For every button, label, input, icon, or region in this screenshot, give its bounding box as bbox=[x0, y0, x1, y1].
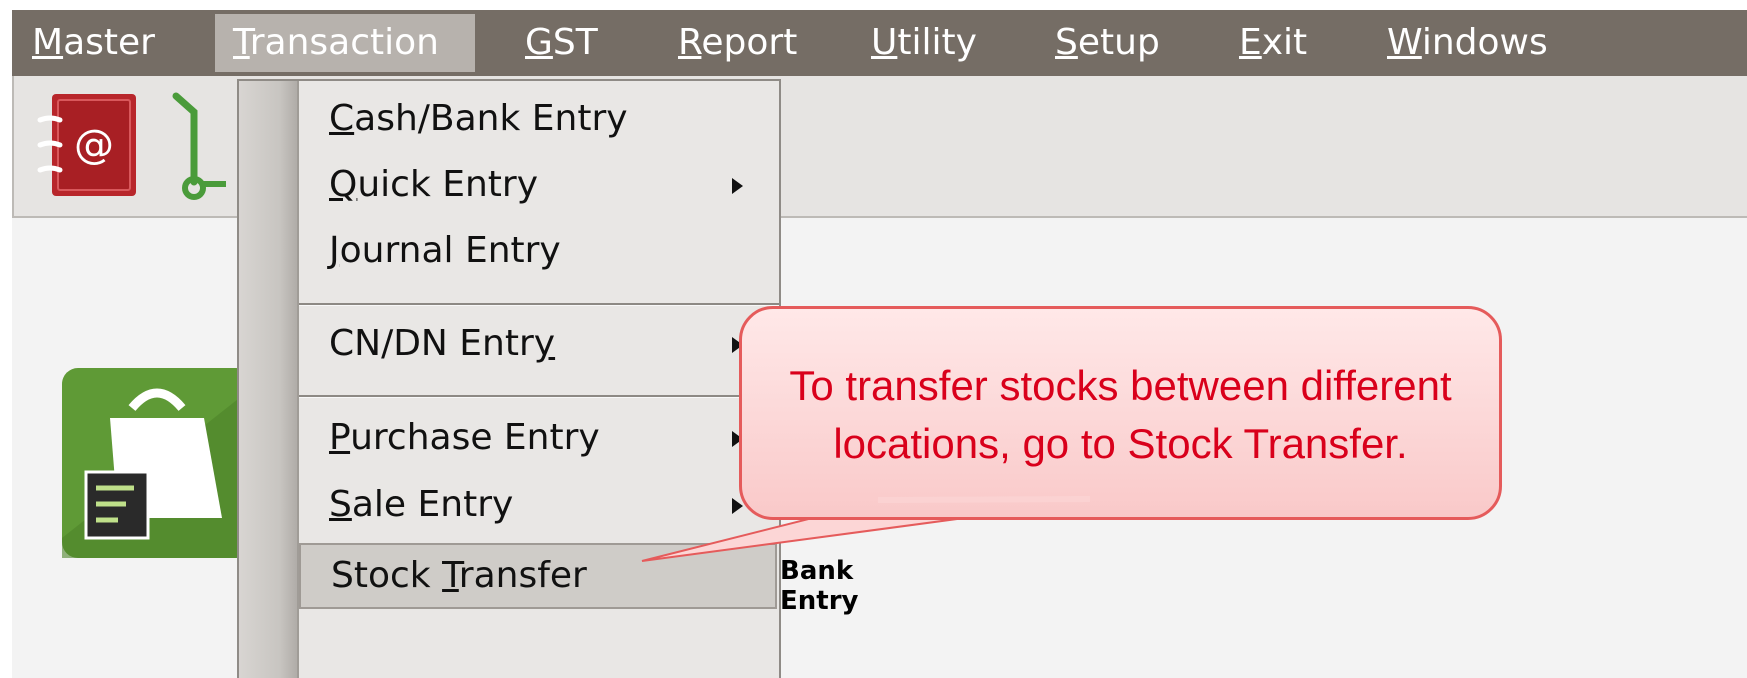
menu-separator bbox=[299, 395, 779, 398]
menu-item-cn-dn-entry[interactable]: CN/DN Entry bbox=[297, 311, 779, 377]
menu-separator bbox=[299, 303, 779, 306]
menu-exit[interactable]: Exit bbox=[1239, 10, 1307, 76]
menu-gutter bbox=[239, 81, 299, 678]
transaction-dropdown-menu: Cash/Bank Entry Quick Entry Journal Entr… bbox=[237, 79, 781, 678]
menu-report[interactable]: Report bbox=[678, 10, 797, 76]
menu-item-quick-entry[interactable]: Quick Entry bbox=[297, 152, 779, 218]
purchase-tile[interactable] bbox=[62, 368, 252, 562]
menu-item-stock-transfer[interactable]: Stock Transfer bbox=[299, 543, 777, 609]
annotation-callout: To transfer stocks between different loc… bbox=[739, 306, 1502, 520]
trolley-icon[interactable] bbox=[160, 90, 230, 204]
menu-bar: Master Transaction GST Report Utility Se… bbox=[12, 10, 1747, 76]
svg-text:@: @ bbox=[74, 122, 114, 168]
menu-gst[interactable]: GST bbox=[525, 10, 598, 76]
menu-setup[interactable]: Setup bbox=[1055, 10, 1160, 76]
menu-item-cash-bank-entry[interactable]: Cash/Bank Entry bbox=[297, 86, 779, 152]
menu-item-purchase-entry[interactable]: Purchase Entry bbox=[297, 405, 779, 471]
address-book-icon[interactable]: @ bbox=[34, 90, 144, 204]
application-window: Master Transaction GST Report Utility Se… bbox=[12, 10, 1747, 678]
menu-windows[interactable]: Windows bbox=[1387, 10, 1548, 76]
menu-item-sale-entry[interactable]: Sale Entry bbox=[297, 472, 779, 538]
menu-transaction[interactable]: Transaction bbox=[215, 14, 475, 72]
bank-entry-label: Bank Entry bbox=[780, 556, 859, 616]
submenu-arrow-icon bbox=[732, 178, 743, 194]
menu-item-journal-entry[interactable]: Journal Entry bbox=[297, 218, 779, 284]
menu-utility[interactable]: Utility bbox=[871, 10, 977, 76]
window-top-border bbox=[0, 0, 1747, 10]
callout-text: To transfer stocks between different loc… bbox=[789, 362, 1452, 467]
menu-master[interactable]: Master bbox=[32, 10, 155, 76]
